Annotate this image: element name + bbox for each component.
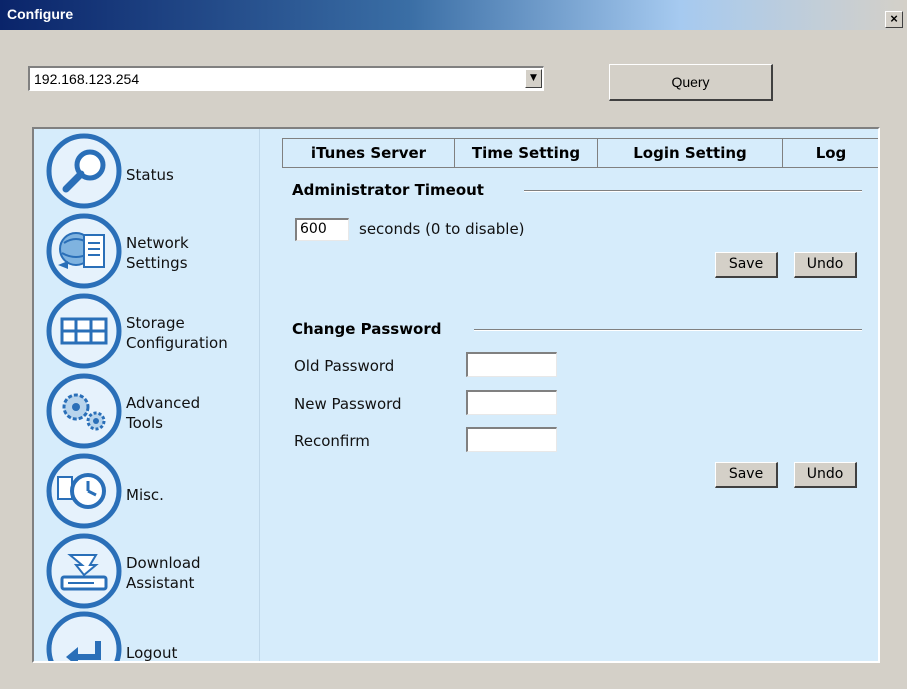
timeout-input[interactable]: 600 [295, 218, 349, 241]
new-password-label: New Password [294, 395, 402, 413]
admin-timeout-heading: Administrator Timeout [292, 181, 484, 199]
main-panel: Status Network Settings Storage Configur… [32, 127, 880, 663]
magnifier-icon [46, 133, 122, 209]
storage-grid-icon [46, 293, 122, 369]
old-password-field[interactable] [466, 352, 557, 377]
sidebar-item-label: Status [126, 166, 174, 184]
sidebar: Status Network Settings Storage Configur… [34, 129, 260, 661]
sidebar-item-label: Logout [126, 644, 178, 662]
sidebar-item-network-settings[interactable]: Network Settings [46, 213, 260, 289]
tab-login-setting[interactable]: Login Setting [598, 139, 783, 167]
new-password-field[interactable] [466, 390, 557, 415]
divider [474, 329, 862, 331]
gears-icon [46, 373, 122, 449]
sidebar-item-label: Advanced Tools [126, 394, 201, 432]
clock-icon [46, 453, 122, 529]
tab-bar: iTunes Server Time Setting Login Setting… [282, 138, 878, 168]
window-title: Configure [7, 6, 74, 22]
sidebar-item-download-assistant[interactable]: Download Assistant [46, 533, 260, 609]
close-icon: × [890, 11, 898, 26]
sidebar-item-label: Storage Configuration [126, 314, 228, 352]
sidebar-item-status[interactable]: Status [46, 133, 260, 209]
timeout-save-button[interactable]: Save [715, 252, 778, 278]
timeout-undo-button[interactable]: Undo [794, 252, 857, 278]
download-tray-icon [46, 533, 122, 609]
sidebar-item-label: Network Settings [126, 234, 189, 272]
device-address-value: 192.168.123.254 [34, 71, 140, 87]
sidebar-item-label: Download Assistant [126, 554, 201, 592]
sidebar-item-storage-configuration[interactable]: Storage Configuration [46, 293, 260, 369]
sidebar-item-logout[interactable]: Logout [46, 611, 260, 662]
sidebar-item-misc[interactable]: Misc. [46, 453, 260, 529]
timeout-suffix: seconds (0 to disable) [359, 220, 525, 238]
password-save-button[interactable]: Save [715, 462, 778, 488]
globe-network-icon [46, 213, 122, 289]
password-undo-button[interactable]: Undo [794, 462, 857, 488]
title-bar: Configure [0, 0, 907, 30]
tab-log[interactable]: Log [783, 139, 878, 167]
dropdown-button[interactable]: ▼ [525, 69, 542, 88]
sidebar-item-label: Misc. [126, 486, 164, 504]
close-button[interactable]: × [885, 11, 903, 28]
device-address-select[interactable]: 192.168.123.254 ▼ [28, 66, 544, 91]
reconfirm-label: Reconfirm [294, 432, 370, 450]
return-arrow-icon [46, 611, 122, 661]
chevron-down-icon: ▼ [530, 73, 537, 83]
tab-time-setting[interactable]: Time Setting [455, 139, 598, 167]
query-button[interactable]: Query [609, 64, 773, 101]
divider [524, 190, 862, 192]
tab-itunes-server[interactable]: iTunes Server [283, 139, 455, 167]
reconfirm-password-field[interactable] [466, 427, 557, 452]
old-password-label: Old Password [294, 357, 395, 375]
change-password-heading: Change Password [292, 320, 442, 338]
sidebar-item-advanced-tools[interactable]: Advanced Tools [46, 373, 260, 449]
